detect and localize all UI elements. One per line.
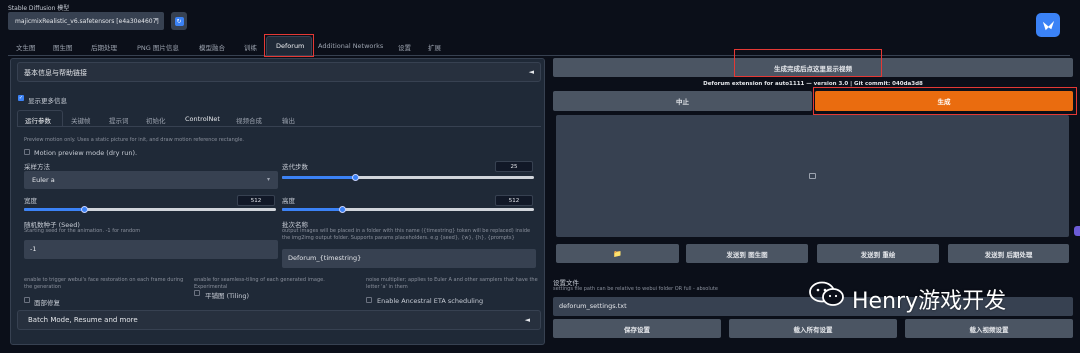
face-restore-label: 面部修复 [34,299,60,307]
bird-logo-icon [1042,20,1054,30]
subtab-run[interactable]: 运行参数 [25,115,51,125]
subtab-controlnet[interactable]: ControlNet [185,115,220,123]
watermark-text: Henry游戏开发 [852,289,1007,314]
tab-txt2img[interactable]: 文生图 [16,42,36,52]
side-handle[interactable] [1074,226,1080,236]
tab-train[interactable]: 训练 [244,42,257,52]
refresh-icon: ↻ [174,16,184,26]
sampler-value: Euler a [32,176,55,184]
height-label: 高度 [282,197,295,205]
chevron-down-icon: ▾ [266,176,270,183]
send-to-inpaint-button[interactable]: 发送到 重绘 [817,244,939,263]
show-more-checkbox[interactable]: ✓ [18,95,24,101]
batch-name-value: Deforum_{timestring} [288,254,362,262]
send-to-extras-button[interactable]: 发送到 后期处理 [948,244,1069,263]
tab-merge[interactable]: 模型融合 [199,42,225,52]
steps-label: 迭代步数 [282,163,308,171]
settings-file-description: settings file path can be relative to we… [553,286,718,292]
settings-file-value: deforum_settings.txt [559,302,627,310]
tab-png-info[interactable]: PNG 图片信息 [137,42,179,52]
seed-input[interactable]: -1 [24,240,278,259]
preview-note: Preview motion only. Uses a static pictu… [24,137,245,143]
basic-info-accordion[interactable]: 基本信息与帮助链接 ◄ [17,62,541,82]
app-logo [1036,13,1060,37]
annotation-generate [813,87,1077,115]
batch-mode-accordion[interactable]: Batch Mode, Resume and more ◄ [17,310,541,330]
motion-preview-label: Motion preview mode (dry run). [34,149,138,157]
eta-checkbox[interactable] [366,297,372,303]
batch-mode-title: Batch Mode, Resume and more [28,316,138,324]
subtab-video[interactable]: 视频合成 [236,115,262,125]
gallery-preview [556,115,1069,237]
send-to-img2img-button[interactable]: 发送到 图生图 [686,244,808,263]
tab-img2img[interactable]: 图生图 [53,42,73,52]
subtab-keyframes[interactable]: 关键帧 [71,115,91,125]
load-all-settings-button[interactable]: 载入所有设置 [729,319,897,338]
tabs-divider [8,55,1070,56]
wechat-logo-icon [808,281,846,307]
tab-settings[interactable]: 设置 [398,42,411,52]
subtab-init[interactable]: 初始化 [146,115,166,125]
height-number[interactable]: 512 [495,195,533,206]
subtabs-divider [17,126,541,127]
basic-info-title: 基本信息与帮助链接 [24,69,87,77]
save-settings-button[interactable]: 保存设置 [553,319,721,338]
chevron-down-icon: ▾ [154,16,158,23]
motion-preview-checkbox[interactable] [24,149,30,155]
width-slider[interactable] [24,206,276,213]
accordion-toggle-icon: ◄ [528,68,534,76]
eta-description: noise multiplier; applies to Euler A and… [366,277,538,291]
annotation-deforum-tab [264,34,314,57]
width-slider-thumb[interactable] [80,206,88,213]
steps-slider[interactable] [282,174,534,181]
sampler-select[interactable]: Euler a ▾ [24,171,278,189]
steps-slider-thumb[interactable] [351,174,359,181]
model-label: Stable Diffusion 模型 [8,5,70,12]
accordion-toggle-icon: ◄ [524,316,530,324]
face-restore-checkbox[interactable] [24,297,30,303]
eta-label: Enable Ancestral ETA scheduling [377,297,484,305]
load-video-settings-button[interactable]: 载入视频设置 [905,319,1073,338]
tab-additional-networks[interactable]: Additional Networks [318,42,383,50]
model-select[interactable]: majicmixRealistic_v6.safetensors [e4a30e… [8,12,164,30]
seed-value: -1 [30,245,37,253]
tiling-label: 平铺图 (Tiling) [205,292,250,300]
tab-extensions[interactable]: 扩展 [428,42,441,52]
annotation-show-video [734,49,882,77]
width-slider-fill [24,208,85,211]
width-number[interactable]: 512 [237,195,275,206]
interrupt-button[interactable]: 中止 [553,91,812,111]
width-label: 宽度 [24,197,37,205]
tab-extras[interactable]: 后期处理 [91,42,117,52]
steps-number[interactable]: 25 [495,161,533,172]
height-slider[interactable] [282,206,534,213]
tiling-checkbox[interactable] [194,290,200,296]
steps-slider-fill [282,176,356,179]
open-folder-button[interactable]: 📁 [556,244,679,263]
seed-description: Starting seed for the animation. -1 for … [24,228,141,234]
sampler-label: 采样方法 [24,163,50,171]
model-select-value: majicmixRealistic_v6.safetensors [e4a30e… [15,17,159,25]
subtab-prompts[interactable]: 提示词 [109,115,129,125]
image-placeholder-icon [809,173,816,179]
show-more-label: 显示更多信息 [28,97,67,105]
batch-name-input[interactable]: Deforum_{timestring} [282,249,536,268]
face-restore-description: enable to trigger webui's face restorati… [24,277,184,291]
refresh-model-button[interactable]: ↻ [171,12,187,30]
height-slider-thumb[interactable] [338,206,346,213]
batch-name-description: output images will be placed in a folder… [282,228,531,242]
height-slider-fill [282,208,343,211]
subtab-output[interactable]: 输出 [282,115,295,125]
